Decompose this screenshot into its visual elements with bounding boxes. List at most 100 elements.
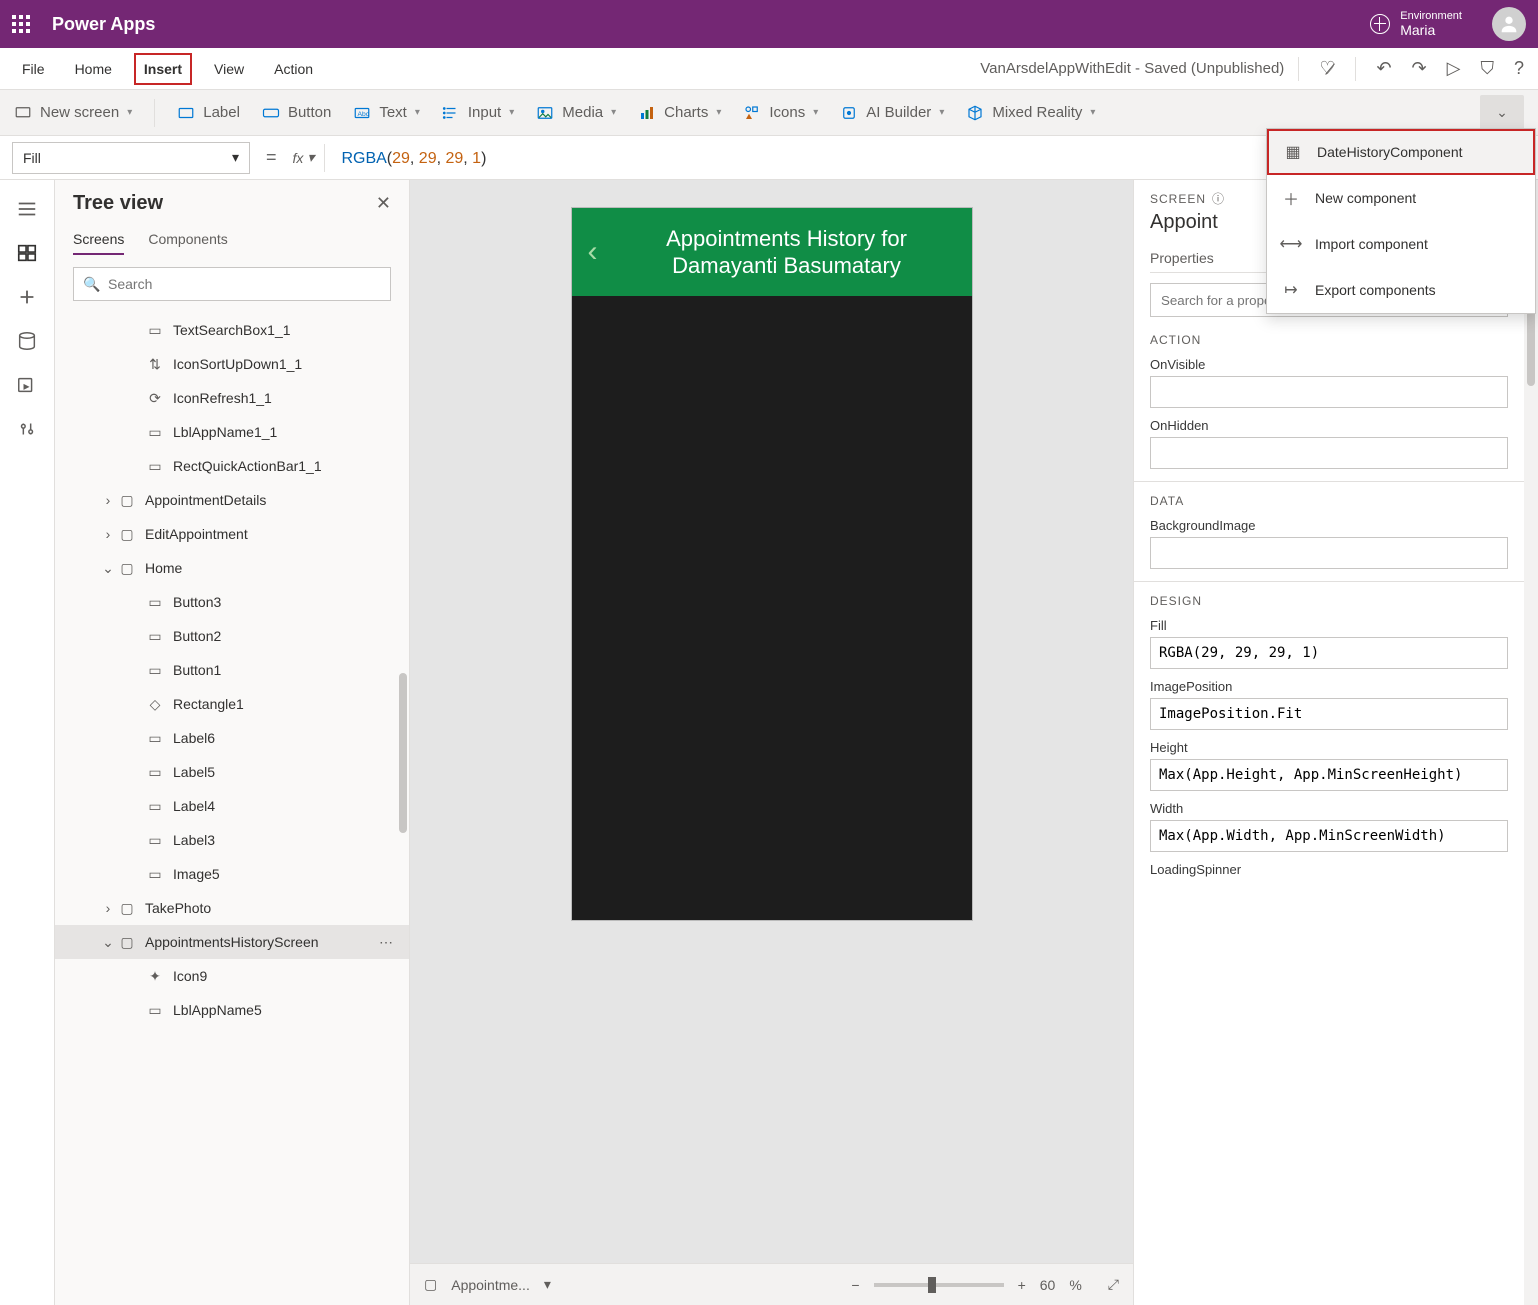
ai-builder-button[interactable]: AI Builder▾: [840, 104, 944, 122]
tab-properties[interactable]: Properties: [1150, 244, 1214, 272]
redo-icon[interactable]: ↷: [1412, 58, 1427, 79]
tree-node[interactable]: ▭Image5: [55, 857, 409, 891]
left-rail: [0, 180, 55, 1305]
media-button[interactable]: Media▾: [536, 104, 616, 122]
import-icon: ⟷: [1281, 234, 1301, 254]
tree-node[interactable]: ▭Button3: [55, 585, 409, 619]
zoom-slider[interactable]: [874, 1283, 1004, 1287]
fullscreen-icon[interactable]: ⤢: [1108, 1276, 1119, 1293]
icons-icon: [743, 104, 761, 122]
tree-node[interactable]: ›▢EditAppointment: [55, 517, 409, 551]
more-icon[interactable]: ⋯: [379, 934, 393, 951]
tab-action[interactable]: Action: [266, 55, 321, 83]
button-icon: ▭: [145, 628, 165, 645]
input-width[interactable]: [1150, 820, 1508, 852]
icons-button[interactable]: Icons▾: [743, 104, 818, 122]
tree-node[interactable]: ▭TextSearchBox1_1: [55, 313, 409, 347]
menu-item-export-components[interactable]: ↦ Export components: [1267, 267, 1535, 313]
label-backgroundimage: BackgroundImage: [1150, 518, 1508, 533]
back-icon[interactable]: ‹: [588, 235, 618, 269]
undo-icon[interactable]: ↶: [1376, 58, 1391, 79]
charts-button[interactable]: Charts▾: [638, 104, 721, 122]
tree-node[interactable]: ⟳IconRefresh1_1: [55, 381, 409, 415]
tree-node[interactable]: ▭Label5: [55, 755, 409, 789]
tree-tab-screens[interactable]: Screens: [73, 225, 124, 255]
tree-view-panel: Tree view ✕ Screens Components 🔍 ▭TextSe…: [55, 180, 410, 1305]
tree-node-selected[interactable]: ⌄▢AppointmentsHistoryScreen⋯: [55, 925, 409, 959]
zoom-out-button[interactable]: −: [851, 1277, 859, 1293]
menu-item-import-component[interactable]: ⟷ Import component: [1267, 221, 1535, 267]
tree-node[interactable]: ▭Label6: [55, 721, 409, 755]
new-screen-button[interactable]: New screen▾: [14, 104, 132, 122]
app-preview[interactable]: ‹ Appointments History for Damayanti Bas…: [572, 208, 972, 920]
tree-node[interactable]: ▭Button2: [55, 619, 409, 653]
tree-node[interactable]: ▭Label3: [55, 823, 409, 857]
menu-item-new-component[interactable]: ＋ New component: [1267, 175, 1535, 221]
input-backgroundimage[interactable]: [1150, 537, 1508, 569]
app-checker-icon[interactable]: ♡̷: [1319, 58, 1335, 79]
tab-file[interactable]: File: [14, 55, 53, 83]
close-icon[interactable]: ✕: [376, 193, 391, 214]
property-selector[interactable]: Fill▾: [12, 142, 250, 174]
hamburger-icon[interactable]: [16, 198, 38, 220]
label-button[interactable]: Label: [177, 104, 240, 122]
app-launcher-icon[interactable]: [12, 15, 30, 33]
tree-node[interactable]: ▭Label4: [55, 789, 409, 823]
input-imageposition[interactable]: [1150, 698, 1508, 730]
input-button[interactable]: Input▾: [442, 104, 514, 122]
tab-view[interactable]: View: [206, 55, 252, 83]
tree-node[interactable]: ▭LblAppName5: [55, 993, 409, 1027]
tab-insert[interactable]: Insert: [134, 53, 192, 85]
right-scrollbar[interactable]: [1524, 180, 1538, 1305]
user-avatar[interactable]: [1492, 7, 1526, 41]
input-fill[interactable]: [1150, 637, 1508, 669]
play-icon[interactable]: ▷: [1447, 58, 1461, 79]
text-button[interactable]: Abc Text▾: [353, 104, 420, 122]
zoom-in-button[interactable]: +: [1018, 1277, 1026, 1293]
tree-node[interactable]: ◇Rectangle1: [55, 687, 409, 721]
input-height[interactable]: [1150, 759, 1508, 791]
globe-icon: [1370, 14, 1390, 34]
help-icon[interactable]: ?: [1514, 58, 1524, 79]
chevron-down-icon[interactable]: ⌄: [99, 560, 117, 577]
environment-label: Environment: [1400, 10, 1462, 22]
share-icon[interactable]: ⛉: [1480, 58, 1494, 79]
menu-item-datehistory[interactable]: ▦ DateHistoryComponent: [1267, 129, 1535, 175]
tree-node[interactable]: ✦Icon9: [55, 959, 409, 993]
environment-picker[interactable]: Environment Maria: [1370, 10, 1462, 38]
tree-node[interactable]: ›▢AppointmentDetails: [55, 483, 409, 517]
mixed-reality-button[interactable]: Mixed Reality▾: [966, 104, 1095, 122]
info-icon[interactable]: ⓘ: [1212, 190, 1225, 207]
tree-view-icon[interactable]: [16, 242, 38, 264]
ribbon-more-button[interactable]: ⌄: [1480, 95, 1524, 131]
equals-label: =: [266, 147, 277, 168]
screen-crumb[interactable]: Appointme...: [451, 1277, 530, 1293]
input-onhidden[interactable]: [1150, 437, 1508, 469]
input-onvisible[interactable]: [1150, 376, 1508, 408]
tab-home[interactable]: Home: [67, 55, 120, 83]
tree-node[interactable]: ⇅IconSortUpDown1_1: [55, 347, 409, 381]
button-button[interactable]: Button: [262, 104, 331, 122]
data-icon[interactable]: [16, 330, 38, 352]
chevron-down-icon[interactable]: ▾: [544, 1276, 551, 1293]
tree-node[interactable]: ▭LblAppName1_1: [55, 415, 409, 449]
tree-node[interactable]: ⌄▢Home: [55, 551, 409, 585]
tree-node[interactable]: ›▢TakePhoto: [55, 891, 409, 925]
fx-label[interactable]: fx▾: [293, 149, 315, 166]
media-rail-icon[interactable]: [16, 374, 38, 396]
formula-input[interactable]: RGBA(29, 29, 29, 1): [341, 148, 486, 168]
tree-node[interactable]: ▭RectQuickActionBar1_1: [55, 449, 409, 483]
tree-scrollbar[interactable]: [399, 673, 407, 833]
section-data: DATA: [1150, 494, 1508, 508]
tree-search-input[interactable]: [73, 267, 391, 301]
chevron-down-icon[interactable]: ⌄: [99, 934, 117, 951]
screen-icon: ▢: [117, 934, 137, 951]
chevron-right-icon[interactable]: ›: [99, 900, 117, 916]
chevron-right-icon[interactable]: ›: [99, 526, 117, 542]
chevron-right-icon[interactable]: ›: [99, 492, 117, 508]
tree-node[interactable]: ▭Button1: [55, 653, 409, 687]
tree-tab-components[interactable]: Components: [148, 225, 227, 255]
insert-icon[interactable]: [16, 286, 38, 308]
settings-icon[interactable]: [16, 418, 38, 440]
button-icon: [262, 104, 280, 122]
